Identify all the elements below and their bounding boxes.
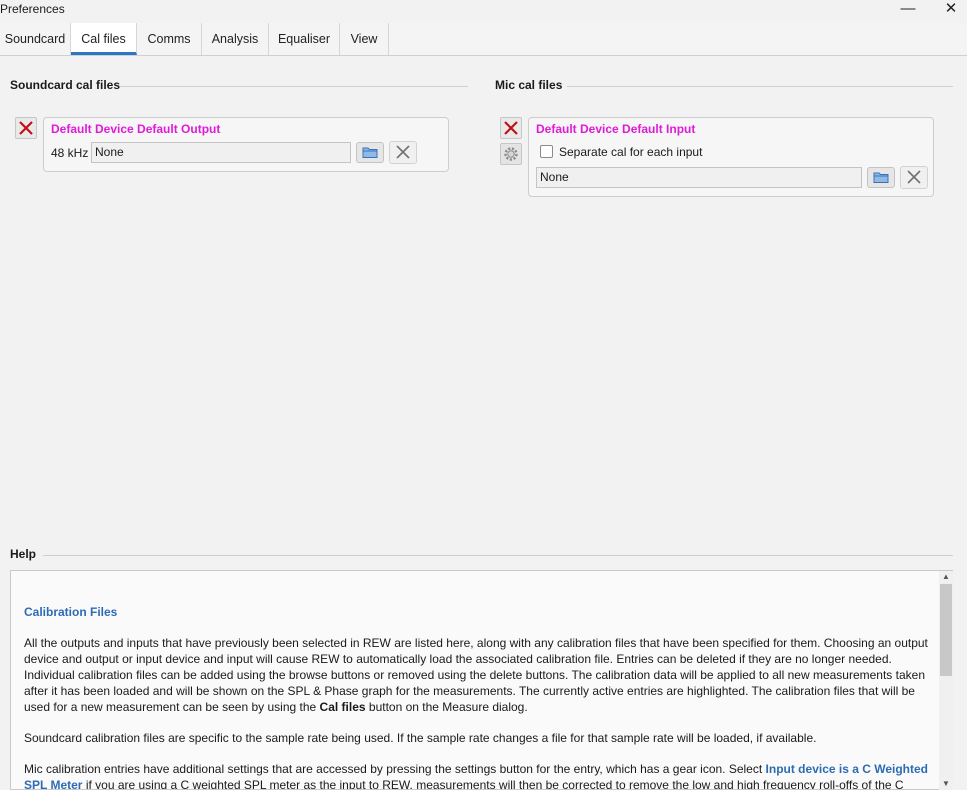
tab-equaliser[interactable]: Equaliser [269, 23, 340, 55]
cal-files-bold: Cal files [319, 700, 366, 714]
help-paragraph-1: All the outputs and inputs that have pre… [24, 635, 929, 715]
section-divider [567, 86, 953, 87]
mic-entry-panel: Default Device Default Input Separate ca… [528, 117, 934, 197]
separate-cal-label: Separate cal for each input [559, 145, 703, 159]
clear-icon [907, 170, 921, 184]
scroll-up-icon[interactable]: ▲ [939, 571, 953, 583]
soundcard-entry-panel: Default Device Default Output 48 kHz Non… [43, 117, 449, 172]
folder-icon [873, 172, 889, 183]
clear-mic-cal-button[interactable] [900, 166, 928, 189]
delete-icon [504, 121, 518, 135]
help-paragraph-2: Soundcard calibration files are specific… [24, 731, 817, 745]
tab-bar: Soundcard Cal files Comms Analysis Equal… [0, 23, 967, 56]
scroll-down-icon[interactable]: ▼ [939, 778, 953, 790]
minimize-icon[interactable]: — [896, 0, 920, 20]
separate-cal-checkbox[interactable] [540, 145, 553, 158]
browse-mic-cal-button[interactable] [867, 167, 895, 188]
window-title: Preferences [0, 2, 65, 16]
close-icon[interactable]: ✕ [939, 0, 963, 20]
soundcard-cal-title: Soundcard cal files [10, 78, 121, 92]
delete-soundcard-entry-button[interactable] [15, 117, 37, 139]
help-text-area[interactable]: Calibration Files All the outputs and in… [10, 570, 953, 790]
clear-icon [396, 145, 410, 159]
browse-soundcard-cal-button[interactable] [356, 142, 384, 163]
mic-cal-file-field[interactable]: None [536, 167, 862, 188]
tab-cal-files[interactable]: Cal files [71, 23, 137, 55]
help-paragraph-3: Mic calibration entries have additional … [24, 761, 929, 790]
help-title: Help [10, 547, 37, 561]
tab-view[interactable]: View [340, 23, 389, 55]
delete-mic-entry-button[interactable] [500, 117, 522, 139]
folder-icon [362, 147, 378, 158]
mic-cal-title: Mic cal files [495, 78, 563, 92]
section-divider [120, 86, 468, 87]
soundcard-device-name: Default Device Default Output [51, 122, 221, 136]
tab-soundcard[interactable]: Soundcard [0, 23, 71, 55]
help-scroll-thumb[interactable] [940, 584, 952, 676]
help-paragraph-1-end: button on the Measure dialog. [368, 700, 528, 714]
tab-comms[interactable]: Comms [137, 23, 202, 55]
soundcard-cal-file-field[interactable]: None [91, 142, 351, 163]
help-paragraph-3-end: if you are using a C weighted SPL meter … [85, 778, 904, 790]
gear-icon [504, 147, 518, 161]
help-heading: Calibration Files [24, 605, 118, 619]
clear-soundcard-cal-button[interactable] [389, 141, 417, 164]
mic-settings-button[interactable] [500, 143, 522, 165]
section-divider [43, 555, 953, 556]
mic-device-name: Default Device Default Input [536, 122, 696, 136]
tab-analysis[interactable]: Analysis [202, 23, 269, 55]
title-bar: Preferences — ✕ [0, 0, 967, 22]
help-paragraph-3-text: Mic calibration entries have additional … [24, 762, 763, 776]
delete-icon [19, 121, 33, 135]
sample-rate-label: 48 kHz [51, 146, 89, 160]
